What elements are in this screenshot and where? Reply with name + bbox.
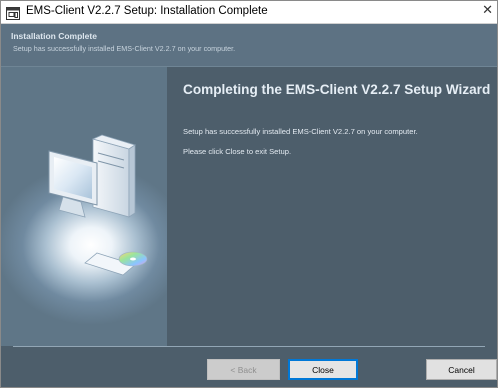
title-bar[interactable]: EMS-Client V2.2.7 Setup: Installation Co… xyxy=(1,1,497,24)
wizard-heading: Completing the EMS-Client V2.2.7 Setup W… xyxy=(183,82,491,97)
header-title: Installation Complete xyxy=(11,31,97,41)
close-button[interactable]: Close xyxy=(288,359,358,380)
computer-with-cd-icon xyxy=(48,134,148,276)
cancel-button[interactable]: Cancel xyxy=(426,359,497,380)
footer-divider xyxy=(13,346,485,347)
header-subtitle: Setup has successfully installed EMS-Cli… xyxy=(13,44,236,53)
wizard-sidebar-panel xyxy=(1,67,167,346)
installer-window-icon xyxy=(6,5,20,20)
setup-window: EMS-Client V2.2.7 Setup: Installation Co… xyxy=(0,0,498,388)
success-message: Setup has successfully installed EMS-Cli… xyxy=(183,127,418,136)
page-header: Installation Complete Setup has successf… xyxy=(1,24,497,67)
window-title: EMS-Client V2.2.7 Setup: Installation Co… xyxy=(26,5,268,17)
window-close-button[interactable]: ✕ xyxy=(482,3,493,18)
back-button[interactable]: < Back xyxy=(207,359,280,380)
close-instruction: Please click Close to exit Setup. xyxy=(183,147,292,156)
